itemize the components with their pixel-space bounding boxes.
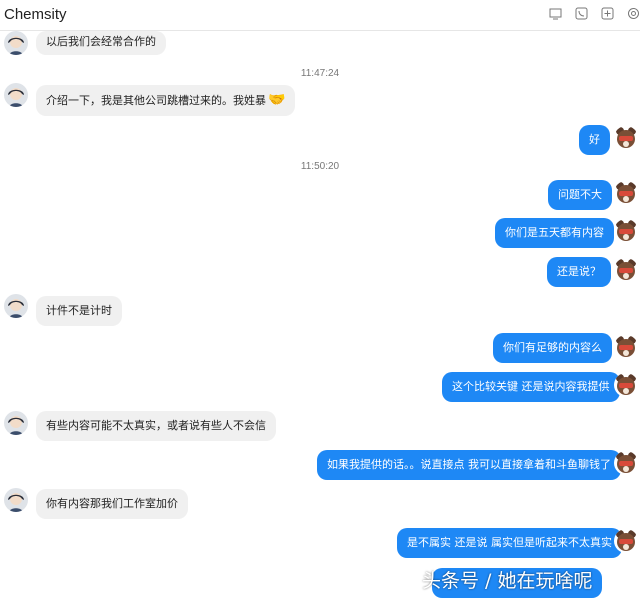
contact-avatar[interactable] xyxy=(4,294,28,318)
message-bubble-incoming: 计件不是计时 xyxy=(36,296,122,326)
message-text: 如果我提供的话。。说直接点 我可以直接拿着和斗鱼聊钱了 xyxy=(327,458,611,471)
message-text: 好 xyxy=(589,133,600,146)
user-avatar[interactable] xyxy=(614,258,638,282)
message-text: 以后我们会经常合作的 xyxy=(46,35,156,48)
message-text: 这个比较关键 还是说内容我提供 xyxy=(452,380,610,393)
chat-header: Chemsity xyxy=(0,0,640,31)
message-bubble-outgoing: 是不属实 还是说 属实但是听起来不太真实 xyxy=(397,528,622,558)
message-bubble-outgoing: 这个比较关键 还是说内容我提供 xyxy=(442,372,620,402)
user-avatar[interactable] xyxy=(614,219,638,243)
message-bubble-incoming: 你有内容那我们工作室加价 xyxy=(36,489,188,519)
user-avatar[interactable] xyxy=(614,529,638,553)
contact-avatar[interactable] xyxy=(4,411,28,435)
user-avatar[interactable] xyxy=(614,181,638,205)
user-avatar[interactable] xyxy=(614,451,638,475)
chat-title: Chemsity xyxy=(4,6,67,23)
user-avatar[interactable] xyxy=(614,335,638,359)
message-list[interactable]: 以后我们会经常合作的 11:47:24 介绍一下，我是其他公司跳槽过来的。我姓暴… xyxy=(0,31,640,599)
message-text: 是不属实 还是说 属实但是听起来不太真实 xyxy=(407,536,612,549)
message-bubble-outgoing: 你们是五天都有内容 xyxy=(495,218,614,248)
screen-share-icon[interactable] xyxy=(548,6,562,20)
message-bubble-incoming: 以后我们会经常合作的 xyxy=(36,31,166,55)
message-bubble-outgoing: 如果我提供的话。。说直接点 我可以直接拿着和斗鱼聊钱了 xyxy=(317,450,621,480)
message-bubble-outgoing: 好 xyxy=(579,125,610,155)
header-toolbar xyxy=(548,6,640,20)
timestamp: 11:50:20 xyxy=(300,161,340,172)
message-bubble-incoming: 介绍一下，我是其他公司跳槽过来的。我姓暴 🤝 xyxy=(36,85,296,116)
message-text: 介绍一下，我是其他公司跳槽过来的。我姓暴 xyxy=(46,94,266,107)
phone-icon[interactable] xyxy=(574,6,588,20)
contact-avatar[interactable] xyxy=(4,488,28,512)
watermark: 头条号 / 她在玩啥呢 xyxy=(422,570,593,592)
message-bubble-incoming: 有些内容可能不太真实，或者说有些人不会信 xyxy=(36,411,276,441)
message-text: 你们是五天都有内容 xyxy=(505,226,604,239)
add-icon[interactable] xyxy=(600,6,614,20)
handshake-emoji: 🤝 xyxy=(268,92,286,108)
message-text: 还是说？ xyxy=(557,265,601,278)
message-text: 你们有足够的内容么 xyxy=(503,341,602,354)
contact-avatar[interactable] xyxy=(4,83,28,107)
message-bubble-outgoing: 还是说？ xyxy=(547,257,611,287)
message-bubble-outgoing: 问题不大 xyxy=(548,180,612,210)
user-avatar[interactable] xyxy=(614,373,638,397)
contact-avatar[interactable] xyxy=(4,31,28,55)
message-text: 计件不是计时 xyxy=(46,304,112,317)
message-bubble-outgoing: 你们有足够的内容么 xyxy=(493,333,612,363)
user-avatar[interactable] xyxy=(614,126,638,150)
timestamp: 11:47:24 xyxy=(300,68,340,79)
settings-icon[interactable] xyxy=(626,6,640,20)
message-text: 你有内容那我们工作室加价 xyxy=(46,497,178,510)
message-text: 有些内容可能不太真实，或者说有些人不会信 xyxy=(46,419,266,432)
message-text: 问题不大 xyxy=(558,188,602,201)
